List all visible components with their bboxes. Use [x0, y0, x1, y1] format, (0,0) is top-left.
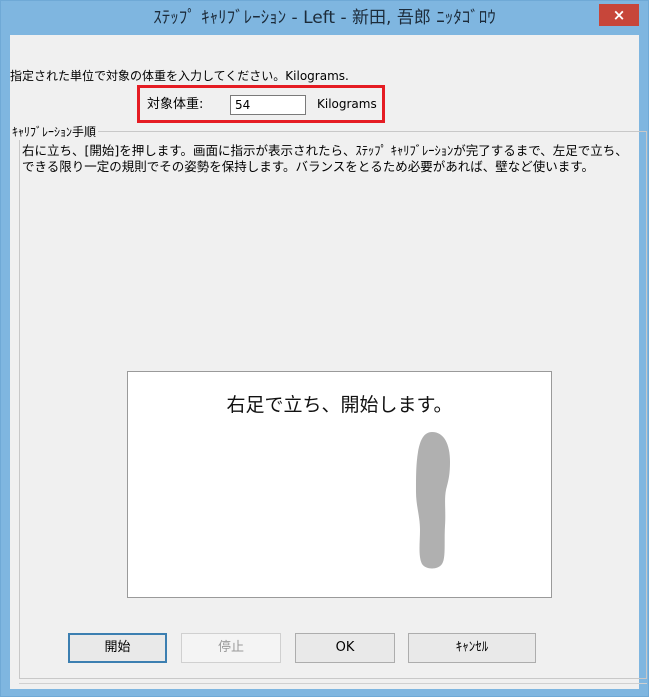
weight-unit-label: Kilograms: [317, 97, 377, 111]
cancel-button[interactable]: ｷｬﾝｾﾙ: [408, 633, 536, 663]
title-bar[interactable]: ｽﾃｯﾌﾟ ｷｬﾘﾌﾞﾚｰｼｮﾝ - Left - 新田, 吾郎 ﾆｯﾀｺﾞﾛｳ…: [1, 1, 648, 35]
ok-button[interactable]: OK: [295, 633, 395, 663]
start-button[interactable]: 開始: [68, 633, 167, 663]
dialog-client-area: 指定された単位で対象の体重を入力してください。Kilograms. 対象体重: …: [10, 35, 647, 689]
weight-input[interactable]: [230, 95, 306, 115]
weight-instruction: 指定された単位で対象の体重を入力してください。Kilograms.: [10, 69, 349, 83]
footprint-icon: [416, 432, 450, 569]
calibration-preview-panel: 右足で立ち、開始します。: [127, 371, 552, 598]
close-button[interactable]: ×: [599, 4, 639, 26]
calibration-procedure-text: 右に立ち、[開始]を押します。画面に指示が表示されたら、ｽﾃｯﾌﾟ ｷｬﾘﾌﾞﾚ…: [22, 143, 628, 174]
weight-label: 対象体重:: [147, 97, 204, 112]
calibration-group-title: ｷｬﾘﾌﾞﾚｰｼｮﾝ手順: [12, 123, 99, 140]
stop-button[interactable]: 停止: [181, 633, 281, 663]
dialog-window: ｽﾃｯﾌﾟ ｷｬﾘﾌﾞﾚｰｼｮﾝ - Left - 新田, 吾郎 ﾆｯﾀｺﾞﾛｳ…: [0, 0, 649, 697]
calibration-prompt: 右足で立ち、開始します。: [226, 394, 453, 416]
close-icon: ×: [612, 6, 626, 24]
bottom-divider: [19, 683, 647, 684]
window-title: ｽﾃｯﾌﾟ ｷｬﾘﾌﾞﾚｰｼｮﾝ - Left - 新田, 吾郎 ﾆｯﾀｺﾞﾛｳ: [153, 8, 496, 28]
